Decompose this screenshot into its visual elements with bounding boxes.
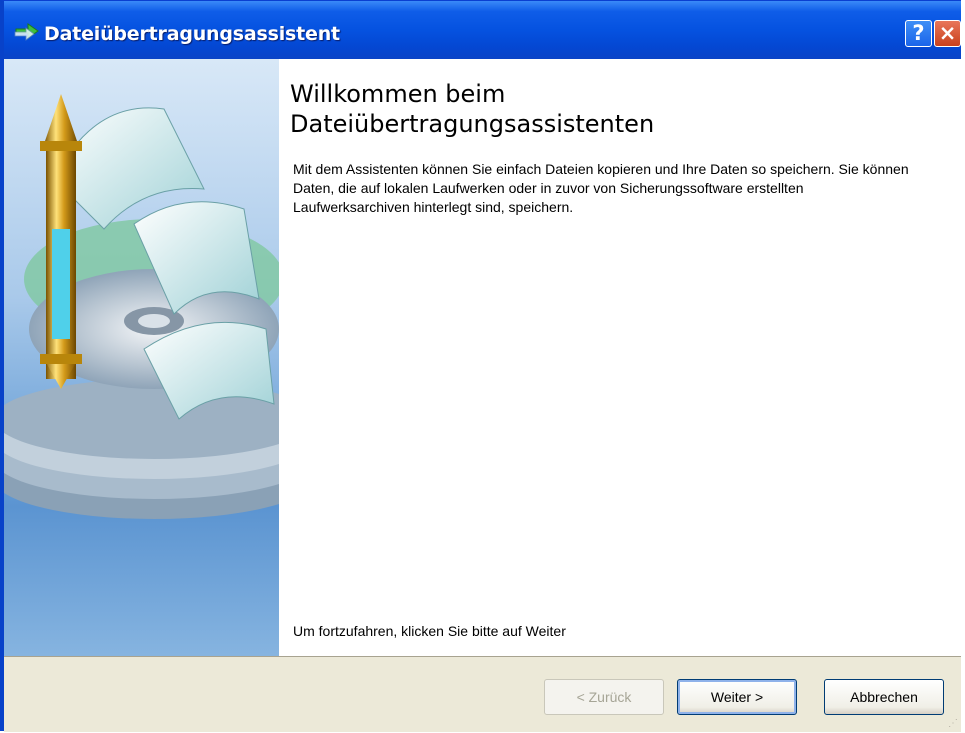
help-button[interactable]: ? xyxy=(905,20,932,47)
cancel-button[interactable]: Abbrechen xyxy=(824,679,944,715)
intro-text: Mit dem Assistenten können Sie einfach D… xyxy=(293,161,909,215)
title-bar[interactable]: Dateiübertragungsassistent ? × xyxy=(4,1,961,59)
next-button[interactable]: Weiter > xyxy=(677,679,797,715)
wizard-body: Willkommen beim Dateiübertragungsassiste… xyxy=(4,59,961,732)
heading-line-2: Dateiübertragungsassistenten xyxy=(290,110,655,138)
wizard-side-banner xyxy=(4,59,279,656)
transfer-app-icon xyxy=(14,23,39,41)
resize-grip-icon[interactable]: ⋰ xyxy=(948,719,958,729)
wizard-window: Dateiübertragungsassistent ? × Willkomme… xyxy=(0,0,961,732)
close-button[interactable]: × xyxy=(934,20,961,47)
page-heading: Willkommen beim Dateiübertragungsassiste… xyxy=(290,79,930,139)
button-bar: < Zurück Weiter > Abbrechen ⋰ xyxy=(4,656,961,732)
file-transfer-illustration xyxy=(4,94,279,519)
back-button[interactable]: < Zurück xyxy=(544,679,664,715)
window-title: Dateiübertragungsassistent xyxy=(44,23,340,45)
continue-hint: Um fortzufahren, klicken Sie bitte auf W… xyxy=(293,623,566,639)
heading-line-1: Willkommen beim xyxy=(290,80,506,108)
